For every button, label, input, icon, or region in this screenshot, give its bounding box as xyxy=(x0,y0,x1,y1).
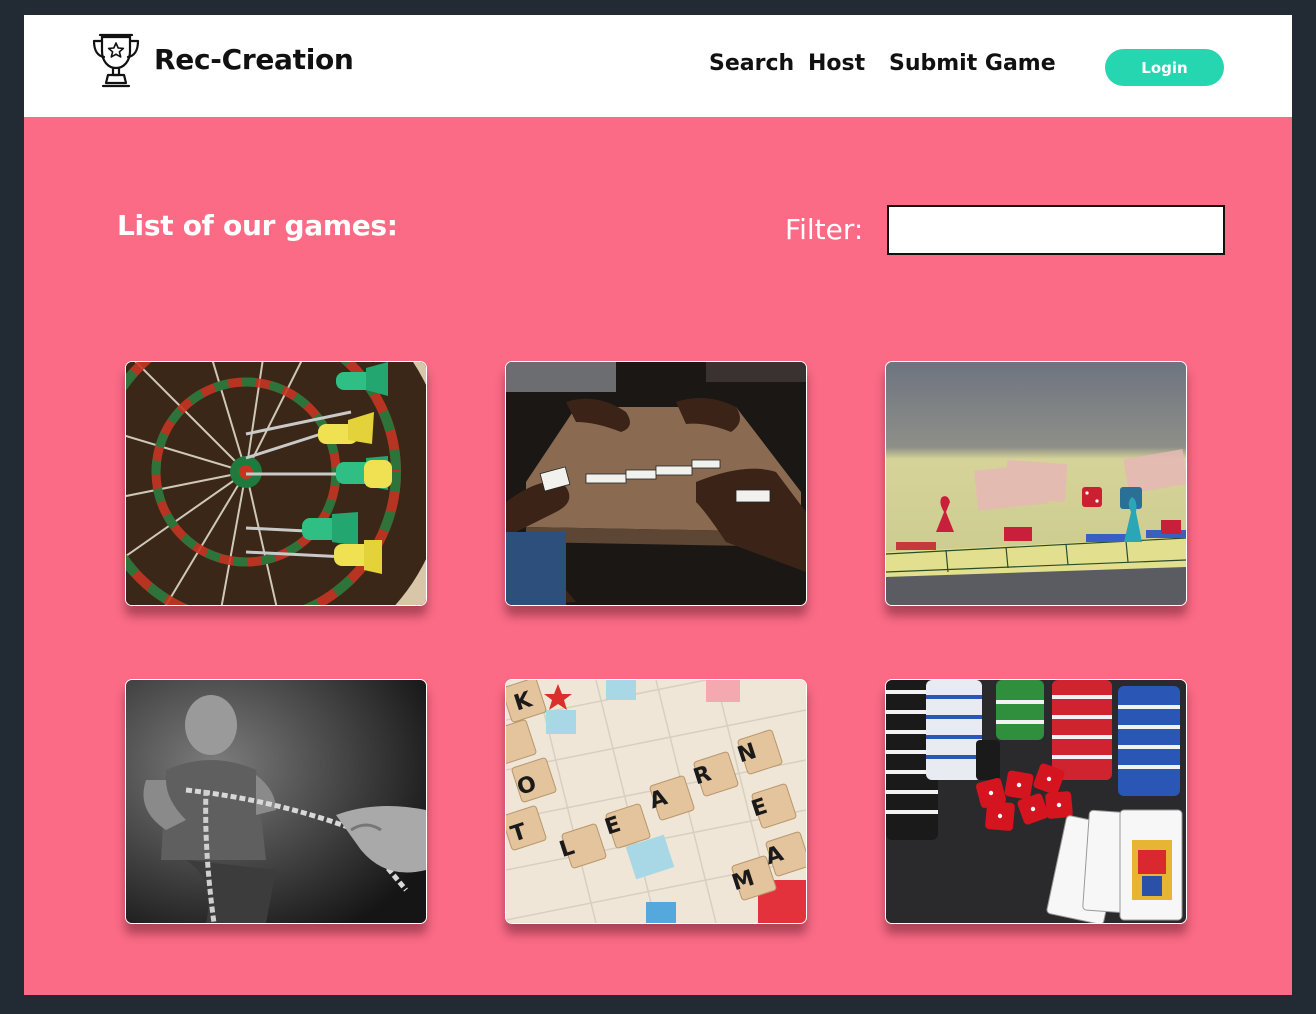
nav-search-link[interactable]: Search xyxy=(709,51,794,76)
scrabble-tiles-photo: K O T L E A R N E A M xyxy=(506,680,806,923)
tug-of-war-photo xyxy=(126,680,426,923)
nav-host-link[interactable]: Host xyxy=(808,51,865,76)
filter-label: Filter: xyxy=(785,213,864,246)
poker-chips-dice-cards-photo xyxy=(886,680,1186,923)
dominoes-table-photo xyxy=(506,362,806,605)
game-card-monopoly[interactable] xyxy=(885,361,1187,606)
games-list-heading: List of our games: xyxy=(117,209,398,242)
game-card-dominoes[interactable] xyxy=(505,361,807,606)
game-card-scrabble[interactable]: K O T L E A R N E A M xyxy=(505,679,807,924)
nav-submit-game-link[interactable]: Submit Game xyxy=(889,51,1056,76)
filter-input[interactable] xyxy=(887,205,1225,255)
navbar: Rec-Creation Search Host Submit Game Log… xyxy=(24,15,1292,117)
darts-dartboard-photo xyxy=(126,362,426,605)
game-card-darts[interactable] xyxy=(125,361,427,606)
game-card-tug-of-war[interactable] xyxy=(125,679,427,924)
trophy-icon[interactable] xyxy=(88,31,144,89)
login-button[interactable]: Login xyxy=(1105,49,1224,86)
monopoly-board-photo xyxy=(886,362,1186,605)
game-card-poker[interactable] xyxy=(885,679,1187,924)
brand-name[interactable]: Rec-Creation xyxy=(154,43,354,76)
app-frame: Rec-Creation Search Host Submit Game Log… xyxy=(24,15,1292,995)
